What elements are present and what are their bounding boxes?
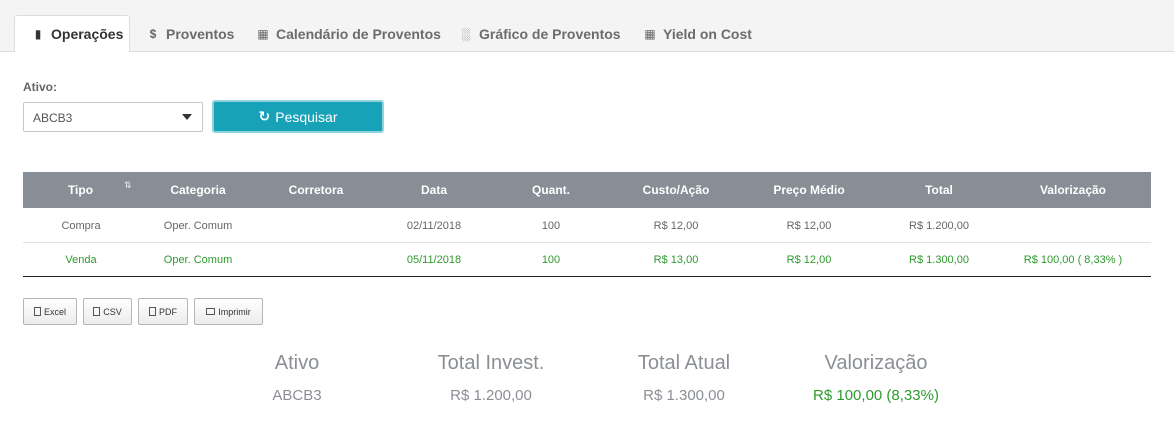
tab-label: Proventos bbox=[166, 25, 235, 42]
cell-categoria: Oper. Comum bbox=[163, 220, 233, 232]
col-corretora[interactable]: Corretora bbox=[281, 183, 351, 197]
cell-total: R$ 1.300,00 bbox=[909, 254, 969, 266]
excel-button[interactable]: Excel bbox=[23, 298, 77, 325]
summary-valorizacao-label: Valorização bbox=[824, 352, 928, 374]
search-button[interactable]: ↻ Pesquisar bbox=[212, 100, 384, 133]
cell-custo: R$ 13,00 bbox=[653, 254, 699, 266]
tab-bar: ▮ Operações $ Proventos ▦ Calendário de … bbox=[0, 0, 1174, 53]
ativo-select-value: ABCB3 bbox=[33, 111, 73, 125]
tab-grafico-proventos[interactable]: ░ Gráfico de Proventos bbox=[459, 15, 621, 52]
cell-tipo: Venda bbox=[65, 254, 97, 266]
table-row: Venda Oper. Comum 05/11/2018 100 R$ 13,0… bbox=[23, 243, 1151, 277]
cell-preco-medio: R$ 12,00 bbox=[786, 254, 832, 266]
col-custo-acao[interactable]: Custo/Ação bbox=[631, 183, 721, 197]
pdf-button[interactable]: PDF bbox=[138, 298, 188, 325]
tab-label: Yield on Cost bbox=[663, 25, 752, 42]
tab-yield-on-cost[interactable]: ▦ Yield on Cost bbox=[643, 15, 752, 52]
excel-button-label: Excel bbox=[43, 306, 66, 317]
calculator-icon: ▦ bbox=[644, 26, 656, 41]
col-categoria[interactable]: Categoria bbox=[158, 183, 238, 197]
summary-invest-value: R$ 1.200,00 bbox=[450, 387, 532, 404]
book-icon: ▮ bbox=[34, 27, 42, 41]
summary-atual-value: R$ 1.300,00 bbox=[643, 387, 725, 404]
cell-data: 05/11/2018 bbox=[406, 254, 462, 266]
refresh-icon: ↻ bbox=[258, 108, 271, 124]
table-header: Tipo ⇅ Categoria Corretora Data Quant. C… bbox=[23, 172, 1151, 208]
csv-button-label: CSV bbox=[103, 306, 122, 317]
col-data[interactable]: Data bbox=[404, 183, 464, 197]
sort-icon[interactable]: ⇅ bbox=[124, 180, 132, 191]
col-total[interactable]: Total bbox=[899, 183, 979, 197]
tab-calendario-proventos[interactable]: ▦ Calendário de Proventos bbox=[256, 15, 441, 52]
table-row: Compra Oper. Comum 02/11/2018 100 R$ 12,… bbox=[23, 209, 1151, 243]
summary-ativo-value: ABCB3 bbox=[272, 387, 322, 404]
tab-operacoes[interactable]: ▮ Operações bbox=[14, 15, 130, 53]
summary-atual-label: Total Atual bbox=[637, 352, 731, 374]
chevron-down-icon bbox=[182, 114, 192, 120]
search-button-label: Pesquisar bbox=[275, 108, 338, 125]
cell-quant: 100 bbox=[541, 220, 561, 232]
tab-label: Calendário de Proventos bbox=[276, 25, 441, 42]
summary-ativo-label: Ativo bbox=[274, 352, 320, 374]
ativo-label: Ativo: bbox=[23, 80, 57, 94]
summary-valorizacao-value: R$ 100,00 (8,33%) bbox=[813, 387, 939, 404]
dollar-icon: $ bbox=[149, 26, 157, 41]
ativo-select[interactable]: ABCB3 bbox=[23, 102, 203, 132]
print-button-label: Imprimir bbox=[218, 306, 251, 317]
cell-preco-medio: R$ 12,00 bbox=[786, 220, 832, 232]
summary-invest-label: Total Invest. bbox=[437, 352, 545, 374]
cell-total: R$ 1.200,00 bbox=[909, 220, 969, 232]
col-quant[interactable]: Quant. bbox=[521, 183, 581, 197]
tab-proventos[interactable]: $ Proventos bbox=[146, 15, 235, 52]
col-preco-medio[interactable]: Preço Médio bbox=[759, 183, 859, 197]
bar-chart-icon: ░ bbox=[461, 26, 471, 41]
col-tipo[interactable]: Tipo bbox=[53, 183, 108, 197]
cell-categoria: Oper. Comum bbox=[163, 254, 233, 266]
col-valorizacao[interactable]: Valorização bbox=[1023, 183, 1123, 197]
cell-custo: R$ 12,00 bbox=[653, 220, 699, 232]
file-excel-icon bbox=[33, 307, 41, 316]
cell-quant: 100 bbox=[541, 254, 561, 266]
cell-valorizacao: R$ 100,00 ( 8,33% ) bbox=[1023, 254, 1123, 266]
cell-tipo: Compra bbox=[61, 220, 101, 232]
tab-label: Operações bbox=[51, 26, 124, 42]
file-pdf-icon bbox=[149, 307, 156, 316]
csv-button[interactable]: CSV bbox=[83, 298, 132, 325]
cell-data: 02/11/2018 bbox=[406, 220, 462, 232]
tab-label: Gráfico de Proventos bbox=[479, 25, 621, 42]
print-button[interactable]: Imprimir bbox=[194, 298, 263, 325]
print-icon bbox=[206, 308, 216, 315]
file-icon bbox=[93, 307, 101, 316]
pdf-button-label: PDF bbox=[159, 306, 177, 317]
calendar-icon: ▦ bbox=[257, 26, 269, 41]
